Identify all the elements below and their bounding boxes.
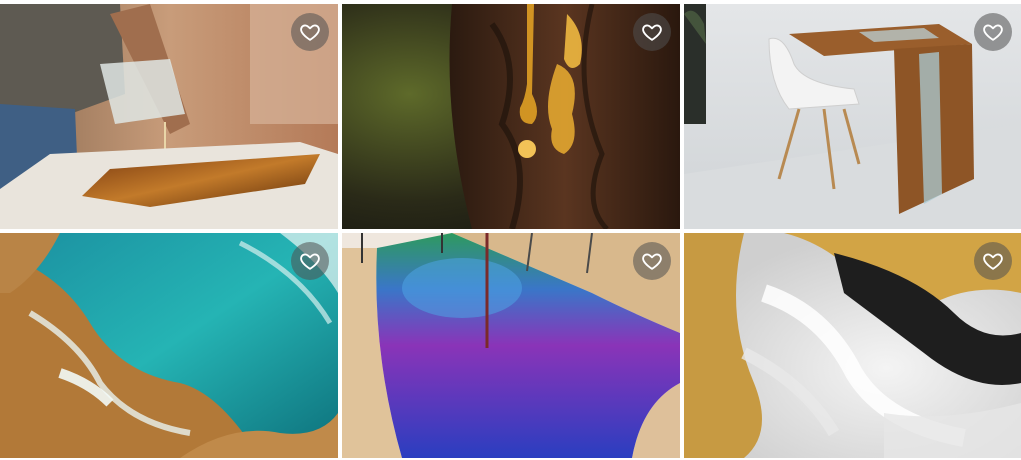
photo-resin-pouring-table[interactable]	[0, 4, 338, 229]
favorite-button[interactable]	[633, 242, 671, 280]
favorite-button[interactable]	[633, 13, 671, 51]
favorite-button[interactable]	[291, 13, 329, 51]
photo-gold-black-white-resin-swirl[interactable]	[684, 233, 1021, 458]
favorite-button[interactable]	[291, 242, 329, 280]
heart-outline-icon	[642, 253, 662, 270]
gallery-tile-1[interactable]	[0, 4, 338, 229]
heart-outline-icon	[300, 253, 320, 270]
photo-teal-gold-resin-art[interactable]	[0, 233, 338, 458]
gallery-tile-2[interactable]	[342, 4, 680, 229]
photo-purple-blue-river-table[interactable]	[342, 233, 680, 458]
heart-outline-icon	[983, 24, 1003, 41]
gallery-tile-4[interactable]	[0, 233, 338, 458]
favorite-button[interactable]	[974, 13, 1012, 51]
favorite-button[interactable]	[974, 242, 1012, 280]
gallery-tile-3[interactable]	[684, 4, 1021, 229]
heart-outline-icon	[983, 253, 1003, 270]
photo-tree-sap-drops[interactable]	[342, 4, 680, 229]
heart-outline-icon	[300, 24, 320, 41]
gallery-tile-5[interactable]	[342, 233, 680, 458]
gallery-tile-6[interactable]	[684, 233, 1021, 458]
photo-grid	[0, 0, 1021, 460]
heart-outline-icon	[642, 24, 662, 41]
photo-resin-river-desk-chair[interactable]	[684, 4, 1021, 229]
